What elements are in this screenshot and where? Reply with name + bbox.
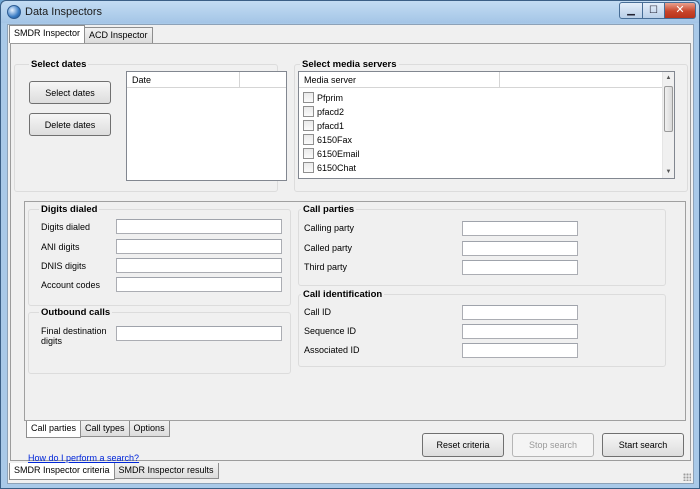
list-item[interactable]: Pfprim xyxy=(303,92,343,103)
account-codes-input[interactable] xyxy=(116,277,282,292)
criteria-panel: Digits dialed Digits dialed ANI digits D… xyxy=(24,201,686,421)
outbound-calls-title: Outbound calls xyxy=(39,307,113,318)
stop-search-button[interactable]: Stop search xyxy=(512,433,594,457)
minimize-button[interactable]: ▁ xyxy=(619,2,643,19)
dnis-digits-input[interactable] xyxy=(116,258,282,273)
inspector-view-tabs: SMDR Inspector criteria SMDR Inspector r… xyxy=(9,463,219,480)
smdr-inspector-panel: Select dates Select dates Delete dates D… xyxy=(10,43,691,463)
media-servers-scrollbar[interactable]: ▲ ▼ xyxy=(662,72,674,178)
scroll-thumb[interactable] xyxy=(664,86,673,132)
delete-dates-button[interactable]: Delete dates xyxy=(29,113,111,136)
select-dates-button[interactable]: Select dates xyxy=(29,81,111,104)
globe-app-icon xyxy=(7,5,21,19)
reset-criteria-button[interactable]: Reset criteria xyxy=(422,433,504,457)
call-identification-title: Call identification xyxy=(301,289,385,300)
digits-dialed-title: Digits dialed xyxy=(39,204,100,215)
associated-id-label: Associated ID xyxy=(304,345,360,355)
calling-party-input[interactable] xyxy=(462,221,578,236)
checkbox[interactable] xyxy=(303,162,314,173)
call-parties-title: Call parties xyxy=(301,204,357,215)
ani-digits-label: ANI digits xyxy=(41,242,80,252)
dnis-digits-label: DNIS digits xyxy=(41,261,87,271)
media-servers-list-header: Media server xyxy=(299,72,662,88)
call-id-label: Call ID xyxy=(304,307,332,317)
date-column-header[interactable]: Date xyxy=(127,72,240,88)
list-item[interactable]: 6150Email xyxy=(303,148,360,159)
criteria-tabs: Call parties Call types Options xyxy=(26,421,170,438)
dates-list[interactable]: Date xyxy=(126,71,287,181)
media-server-column-header[interactable]: Media server xyxy=(299,72,500,88)
sequence-id-input[interactable] xyxy=(462,324,578,339)
checkbox[interactable] xyxy=(303,120,314,131)
checkbox[interactable] xyxy=(303,92,314,103)
tab-call-parties[interactable]: Call parties xyxy=(26,421,82,438)
digits-dialed-input[interactable] xyxy=(116,219,282,234)
media-servers-list[interactable]: Media server Pfprim pfacd2 pfacd1 6150Fa… xyxy=(298,71,675,179)
list-item[interactable]: 6150Chat xyxy=(303,162,356,173)
digits-dialed-label: Digits dialed xyxy=(41,222,91,232)
inspector-tabs: SMDR Inspector ACD Inspector xyxy=(9,25,153,43)
title-bar[interactable]: Data Inspectors ▁ ☐ ✕ xyxy=(1,1,699,23)
third-party-label: Third party xyxy=(304,262,348,272)
scroll-up-icon[interactable]: ▲ xyxy=(663,72,674,84)
tab-smdr-criteria[interactable]: SMDR Inspector criteria xyxy=(9,463,115,480)
checkbox[interactable] xyxy=(303,134,314,145)
resize-grip-icon[interactable] xyxy=(683,473,691,481)
scroll-down-icon[interactable]: ▼ xyxy=(663,166,674,178)
final-destination-label-line2: digits xyxy=(41,336,63,346)
media-servers-title: Select media servers xyxy=(300,59,399,70)
tab-options[interactable]: Options xyxy=(128,421,170,437)
checkbox[interactable] xyxy=(303,106,314,117)
associated-id-input[interactable] xyxy=(462,343,578,358)
empty-column-header xyxy=(500,72,662,88)
close-button[interactable]: ✕ xyxy=(664,2,696,19)
window-title: Data Inspectors xyxy=(25,6,103,18)
select-dates-title: Select dates xyxy=(29,59,89,70)
third-party-input[interactable] xyxy=(462,260,578,275)
start-search-button[interactable]: Start search xyxy=(602,433,684,457)
dates-list-header: Date xyxy=(127,72,286,88)
final-destination-input[interactable] xyxy=(116,326,282,341)
sequence-id-label: Sequence ID xyxy=(304,326,357,336)
checkbox[interactable] xyxy=(303,148,314,159)
ani-digits-input[interactable] xyxy=(116,239,282,254)
empty-column-header xyxy=(240,72,286,88)
tab-acd-inspector[interactable]: ACD Inspector xyxy=(84,27,153,43)
maximize-button[interactable]: ☐ xyxy=(642,2,665,19)
call-id-input[interactable] xyxy=(462,305,578,320)
tab-smdr-results[interactable]: SMDR Inspector results xyxy=(113,463,219,479)
list-item[interactable]: pfacd2 xyxy=(303,106,344,117)
tab-smdr-inspector[interactable]: SMDR Inspector xyxy=(9,25,86,43)
called-party-label: Called party xyxy=(304,243,353,253)
calling-party-label: Calling party xyxy=(304,223,355,233)
app-window: Data Inspectors ▁ ☐ ✕ SMDR Inspector ACD… xyxy=(0,0,700,489)
final-destination-label: Final destination xyxy=(41,326,107,336)
outbound-calls-group xyxy=(28,312,291,374)
list-item[interactable]: pfacd1 xyxy=(303,120,344,131)
called-party-input[interactable] xyxy=(462,241,578,256)
client-area: SMDR Inspector ACD Inspector Select date… xyxy=(7,24,694,484)
help-search-link[interactable]: How do I perform a search? xyxy=(28,453,139,463)
list-item[interactable]: 6150Fax xyxy=(303,134,352,145)
account-codes-label: Account codes xyxy=(41,280,101,290)
tab-call-types[interactable]: Call types xyxy=(80,421,130,437)
